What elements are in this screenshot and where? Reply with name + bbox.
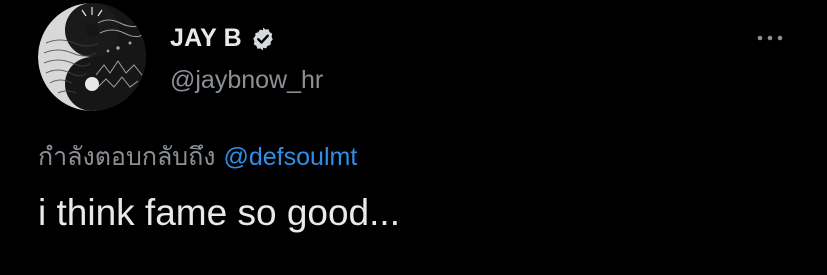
tweet-text: i think fame so good...: [38, 192, 400, 233]
display-name[interactable]: JAY B: [170, 24, 242, 53]
yin-yang-avatar-icon: [38, 3, 146, 111]
author-name-row: JAY B: [170, 24, 276, 53]
replying-to-line: กำลังตอบกลับถึง @defsoulmt: [38, 137, 357, 177]
replying-to-label: กำลังตอบกลับถึง: [38, 143, 216, 171]
more-options-icon[interactable]: [752, 30, 788, 46]
mention-link[interactable]: @defsoulmt: [224, 143, 358, 171]
verified-badge-icon: [253, 27, 273, 50]
author-handle[interactable]: @jaybnow_hr: [170, 66, 323, 95]
avatar[interactable]: [38, 3, 146, 111]
